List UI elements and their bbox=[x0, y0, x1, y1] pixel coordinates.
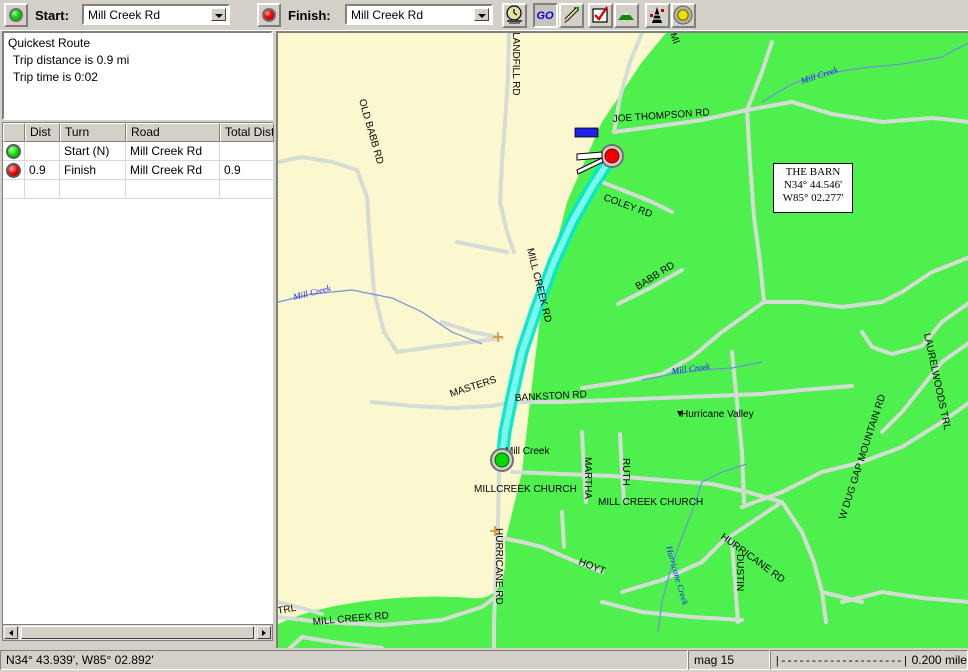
table-row-empty bbox=[3, 180, 274, 199]
status-bar: N34° 43.939', W85° 02.892' mag 15 |-----… bbox=[0, 650, 968, 672]
scale-value: 0.200 mile bbox=[911, 653, 967, 667]
cell-dist: 0.9 bbox=[25, 161, 60, 180]
scroll-right-arrow-icon[interactable] bbox=[257, 626, 271, 639]
column-header-turn[interactable]: Turn bbox=[60, 123, 126, 142]
road-label: MILL CREEK CHURCH bbox=[598, 497, 703, 508]
map-callout[interactable]: THE BARN N34° 44.546' W85° 02.277' bbox=[773, 163, 853, 213]
radio-tower-button[interactable] bbox=[645, 3, 670, 28]
map-graphics: LANDFILL RD OLD BABB RD JOE THOMPSON RD … bbox=[278, 33, 968, 648]
green-hill-terrain-icon bbox=[618, 10, 634, 20]
chevron-down-icon[interactable] bbox=[211, 8, 226, 21]
road-label: LANDFILL RD bbox=[510, 33, 521, 96]
road-label: HURRICANE RD bbox=[493, 528, 504, 605]
start-marker[interactable] bbox=[490, 448, 514, 472]
cell-total: 0.9 bbox=[220, 161, 274, 180]
go-route-icon: GO bbox=[535, 5, 556, 26]
finish-label: Finish: bbox=[288, 8, 331, 23]
green-led-icon bbox=[9, 8, 23, 22]
column-header-total[interactable]: Total Dist bbox=[220, 123, 274, 142]
checkmark-box-icon bbox=[592, 6, 608, 23]
red-led-icon bbox=[6, 163, 21, 178]
checkmark-box-button[interactable] bbox=[588, 3, 613, 28]
road-label: RUTH bbox=[620, 458, 631, 486]
status-scale: |--------------------| 0.200 mile bbox=[770, 650, 968, 670]
svg-text:GO: GO bbox=[536, 10, 554, 22]
directions-panel: Quickest Route Trip distance is 0.9 mi T… bbox=[0, 31, 275, 648]
cell-empty bbox=[3, 180, 25, 199]
route-time: Trip time is 0:02 bbox=[13, 70, 98, 84]
yellow-target-button[interactable] bbox=[671, 3, 696, 28]
cell-road: Mill Creek Rd bbox=[126, 142, 220, 161]
cell-turn: Start (N) bbox=[60, 142, 126, 161]
route-summary: Quickest Route Trip distance is 0.9 mi T… bbox=[2, 31, 273, 120]
route-distance: Trip distance is 0.9 mi bbox=[13, 53, 130, 67]
cell-dist bbox=[25, 142, 60, 161]
cell-empty bbox=[126, 180, 220, 199]
map-symbol-rect bbox=[574, 127, 599, 138]
terrain-button[interactable] bbox=[614, 3, 639, 28]
cell-road: Mill Creek Rd bbox=[126, 161, 220, 180]
column-header-icon[interactable] bbox=[3, 123, 25, 142]
table-row[interactable]: Start (N) Mill Creek Rd bbox=[3, 142, 274, 161]
route-planner-window: Start: Mill Creek Rd Finish: Mill Creek … bbox=[0, 0, 968, 672]
column-header-road[interactable]: Road bbox=[126, 123, 220, 142]
table-header-row: Dist Turn Road Total Dist bbox=[3, 123, 274, 142]
go-route-button[interactable]: GO bbox=[533, 3, 558, 28]
road-label: MARTHA bbox=[582, 457, 593, 499]
scale-ruler: |--------------------| bbox=[774, 656, 909, 668]
radio-tower-icon bbox=[650, 7, 664, 23]
status-coordinates: N34° 43.939', W85° 02.892' bbox=[0, 650, 688, 670]
callout-longitude: W85° 02.277' bbox=[782, 192, 844, 204]
map-canvas[interactable]: LANDFILL RD OLD BABB RD JOE THOMPSON RD … bbox=[276, 31, 968, 648]
row-marker-cell bbox=[3, 161, 25, 180]
route-summary-title: Quickest Route bbox=[8, 36, 91, 50]
red-led-icon bbox=[262, 8, 276, 22]
road-label: DUSTIN bbox=[734, 554, 745, 591]
cell-total bbox=[220, 142, 274, 161]
directions-table[interactable]: Dist Turn Road Total Dist Start (N) Mill… bbox=[2, 122, 274, 624]
cell-turn: Finish bbox=[60, 161, 126, 180]
toolbar: Start: Mill Creek Rd Finish: Mill Creek … bbox=[0, 0, 968, 31]
cell-empty bbox=[25, 180, 60, 199]
pencil-draw-icon bbox=[564, 7, 579, 23]
scrollbar-thumb[interactable] bbox=[21, 626, 254, 639]
start-combobox[interactable]: Mill Creek Rd bbox=[82, 4, 230, 25]
finish-value: Mill Creek Rd bbox=[351, 8, 424, 22]
directions-horizontal-scrollbar[interactable] bbox=[2, 624, 273, 641]
finish-combobox[interactable]: Mill Creek Rd bbox=[345, 4, 493, 25]
place-label: Hurricane Valley bbox=[681, 409, 754, 420]
yellow-target-icon bbox=[673, 5, 693, 25]
row-marker-cell bbox=[3, 142, 25, 161]
pencil-draw-button[interactable] bbox=[559, 3, 584, 28]
cell-empty bbox=[220, 180, 274, 199]
callout-title: THE BARN bbox=[785, 166, 841, 178]
table-row[interactable]: 0.9 Finish Mill Creek Rd 0.9 bbox=[3, 161, 274, 180]
green-led-icon bbox=[6, 144, 21, 159]
chevron-down-icon[interactable] bbox=[474, 8, 489, 21]
road-label: MILLCREEK CHURCH bbox=[474, 484, 577, 495]
status-magnification: mag 15 bbox=[688, 650, 770, 670]
finish-led-button[interactable] bbox=[257, 3, 281, 27]
scroll-left-arrow-icon[interactable] bbox=[4, 626, 18, 639]
callout-latitude: N34° 44.546' bbox=[783, 179, 843, 191]
start-led-button[interactable] bbox=[4, 3, 28, 27]
column-header-dist[interactable]: Dist bbox=[25, 123, 60, 142]
start-value: Mill Creek Rd bbox=[88, 8, 161, 22]
start-label: Start: bbox=[35, 8, 69, 23]
clock-stopwatch-icon bbox=[506, 5, 522, 24]
finish-marker[interactable] bbox=[600, 144, 624, 168]
cell-empty bbox=[60, 180, 126, 199]
clock-stopwatch-button[interactable] bbox=[502, 3, 527, 28]
